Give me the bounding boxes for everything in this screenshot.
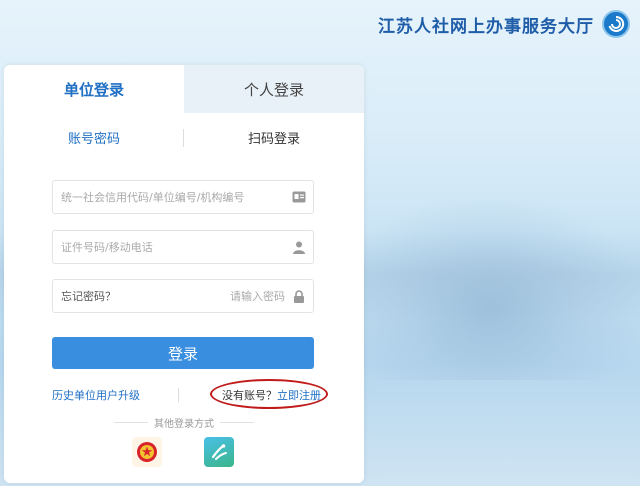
id-phone-field xyxy=(52,230,314,264)
org-code-input[interactable] xyxy=(53,181,285,213)
id-card-icon xyxy=(285,191,313,203)
register-link[interactable]: 立即注册 xyxy=(277,389,321,402)
org-code-field xyxy=(52,180,314,214)
login-type-tabs: 单位登录 个人登录 xyxy=(4,65,364,113)
tab-password-login[interactable]: 账号密码 xyxy=(4,128,184,147)
national-emblem-icon[interactable] xyxy=(132,437,162,467)
forgot-password-link[interactable]: 忘记密码？ xyxy=(53,288,124,304)
login-button[interactable]: 登录 xyxy=(52,337,314,369)
tab-qrcode-login[interactable]: 扫码登录 xyxy=(184,128,364,147)
subtab-divider xyxy=(183,129,184,147)
register-annotation: 没有账号？立即注册 xyxy=(210,379,328,409)
site-header: 江苏人社网上办事服务大厅 xyxy=(378,8,630,40)
links-divider xyxy=(178,388,179,402)
account-links-row: 历史单位用户升级 没有账号？立即注册 xyxy=(52,379,328,409)
divider-line xyxy=(114,422,148,423)
site-title: 江苏人社网上办事服务大厅 xyxy=(378,16,594,37)
tab-unit-login[interactable]: 单位登录 xyxy=(4,65,184,113)
login-panel: 单位登录 个人登录 账号密码 扫码登录 忘记密码？ 登录 历史单位用户升级 没 xyxy=(4,65,364,483)
password-input[interactable] xyxy=(124,280,285,312)
other-login-methods-label: 其他登录方式 xyxy=(154,419,214,430)
user-icon xyxy=(285,241,313,254)
upgrade-account-link[interactable]: 历史单位用户升级 xyxy=(52,387,140,403)
login-method-tabs: 账号密码 扫码登录 xyxy=(4,113,364,161)
tab-personal-login[interactable]: 个人登录 xyxy=(184,65,364,113)
register-prompt: 没有账号？立即注册 xyxy=(222,387,321,403)
swirl-logo-icon xyxy=(602,10,630,38)
other-login-methods-title: 其他登录方式 xyxy=(114,415,254,430)
id-phone-input[interactable] xyxy=(53,231,285,263)
password-field: 忘记密码？ xyxy=(52,279,314,313)
lock-icon xyxy=(285,289,313,303)
divider-line xyxy=(220,422,254,423)
no-account-text: 没有账号？ xyxy=(222,389,277,402)
mobile-app-icon[interactable] xyxy=(204,437,234,467)
